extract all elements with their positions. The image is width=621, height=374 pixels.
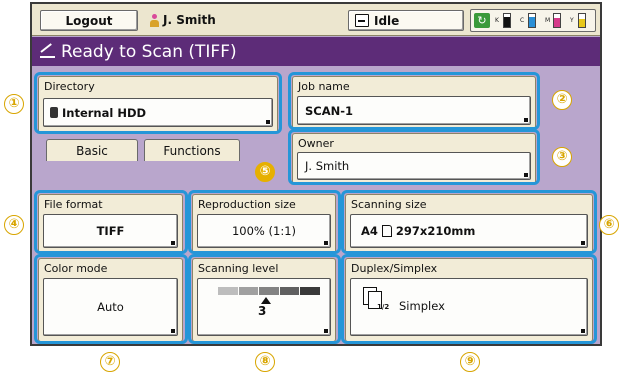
ink-level-y: Y <box>570 13 592 28</box>
callout-9: ⑨ <box>460 352 480 372</box>
ink-bar <box>553 13 561 28</box>
callout-6: ⑥ <box>599 215 619 235</box>
ink-bar <box>503 13 511 28</box>
ink-level-m: M <box>545 13 567 28</box>
refresh-icon: ↻ <box>474 13 490 28</box>
callout-4: ④ <box>4 215 24 235</box>
ink-letter: K <box>495 17 499 24</box>
ink-levels[interactable]: ↻ K C M Y <box>470 9 596 32</box>
user-name: J. Smith <box>163 13 216 27</box>
ink-fill <box>529 17 535 27</box>
highlight-directory <box>34 72 282 134</box>
highlight-file-format <box>34 190 188 254</box>
scanner-panel-diagram: Logout J. Smith Idle ↻ K C M Y Ready to Sca… <box>0 0 621 374</box>
highlight-color-mode <box>34 254 188 344</box>
ink-fill <box>554 17 560 27</box>
logout-button[interactable]: Logout <box>40 10 138 31</box>
ink-fill <box>579 18 585 27</box>
status-bar: Logout J. Smith Idle ↻ K C M Y <box>32 4 600 36</box>
highlight-job-name <box>288 72 540 130</box>
ink-letter: Y <box>570 17 574 24</box>
ink-bar <box>528 13 536 28</box>
highlight-scanning-level <box>188 254 341 344</box>
scan-icon <box>40 45 56 59</box>
highlight-owner <box>288 129 540 185</box>
ink-level-c: C <box>520 13 542 28</box>
callout-2: ② <box>552 90 572 110</box>
callout-5: ⑤ <box>255 162 275 182</box>
user-icon <box>150 13 159 27</box>
status-label: Idle <box>374 13 400 28</box>
printer-icon <box>355 14 369 27</box>
callout-3: ③ <box>552 147 572 167</box>
machine-status-button[interactable]: Idle <box>348 10 464 31</box>
highlight-scanning-size <box>341 190 597 254</box>
ink-bar <box>578 13 586 28</box>
highlight-reproduction-size <box>188 190 341 254</box>
callout-7: ⑦ <box>100 352 120 372</box>
ink-fill <box>504 16 510 27</box>
callout-8: ⑧ <box>255 352 275 372</box>
screen-title: Ready to Scan (TIFF) <box>61 41 237 62</box>
ink-level-k: K <box>495 13 517 28</box>
tab-basic[interactable]: Basic <box>46 139 138 161</box>
ink-letter: M <box>545 17 551 24</box>
highlight-duplex-simplex <box>341 254 597 344</box>
tab-functions[interactable]: Functions <box>144 139 240 161</box>
user-indicator: J. Smith <box>150 13 216 27</box>
screen-title-bar: Ready to Scan (TIFF) <box>32 37 600 66</box>
ink-letter: C <box>520 17 525 24</box>
callout-1: ① <box>4 94 24 114</box>
